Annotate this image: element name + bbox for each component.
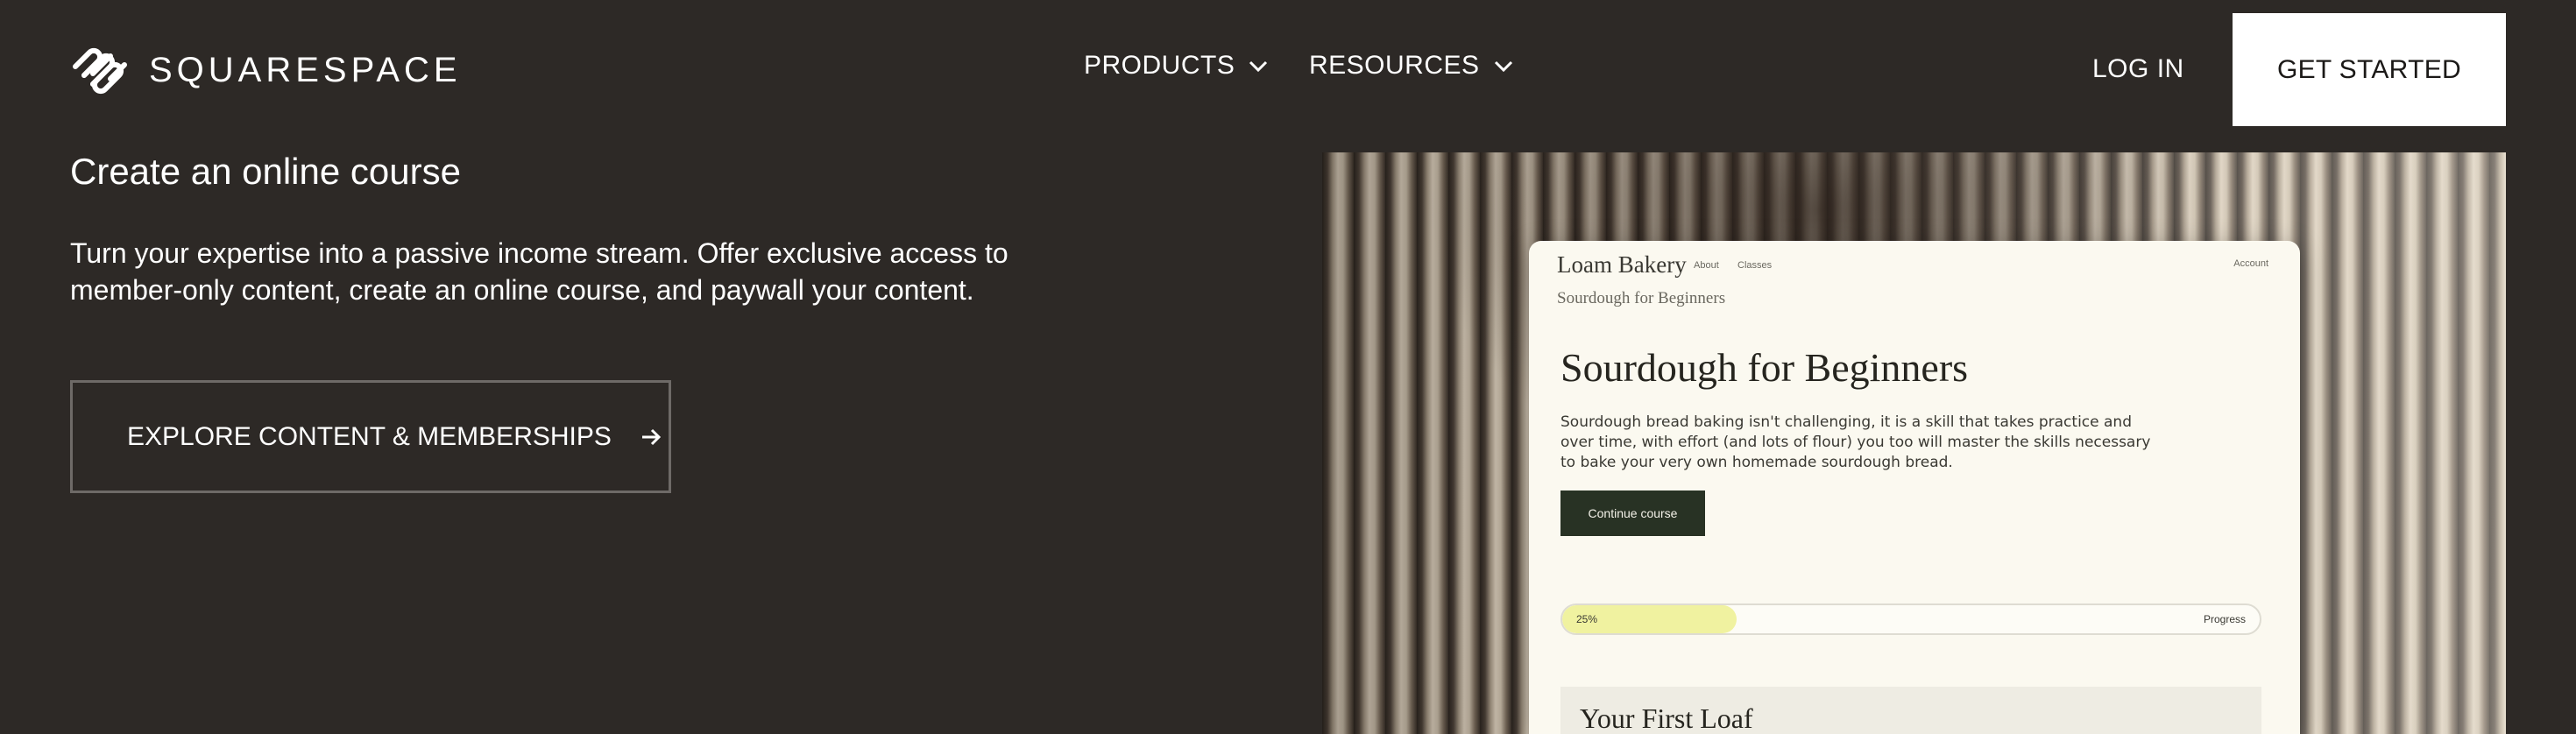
mock-course-title: Sourdough for Beginners (1560, 345, 1969, 390)
explore-memberships-button[interactable]: EXPLORE CONTENT & MEMBERSHIPS (70, 380, 671, 493)
mock-nav-about: About (1694, 260, 1719, 271)
mock-breadcrumb: Sourdough for Beginners (1557, 289, 1726, 307)
mock-account-link: Account (2233, 258, 2268, 269)
course-preview-image: Loam Bakery About Classes Account Sourdo… (1322, 152, 2506, 734)
chevron-down-icon (1494, 60, 1512, 73)
mock-nav-classes: Classes (1737, 260, 1773, 271)
nav-resources[interactable]: RESOURCES (1309, 51, 1515, 81)
mock-continue-course-button: Continue course (1560, 491, 1705, 536)
chevron-down-icon (1249, 60, 1268, 73)
squarespace-logo-icon (73, 47, 127, 95)
site-header: SQUARESPACE PRODUCTS RESOURCES LOG IN GE… (0, 0, 2576, 140)
explore-button-label: EXPLORE CONTENT & MEMBERSHIPS (127, 421, 612, 451)
mock-progress-bar: 25% Progress (1560, 603, 2261, 635)
section-description: Turn your expertise into a passive incom… (70, 237, 1008, 306)
nav-products[interactable]: PRODUCTS (1084, 51, 1270, 81)
arrow-right-icon (641, 428, 662, 445)
squarespace-logo[interactable]: SQUARESPACE (70, 44, 462, 96)
nav-products-label: PRODUCTS (1084, 51, 1235, 80)
mock-progress-percent: 25% (1576, 613, 1598, 625)
mock-course-description: Sourdough bread baking isn't challenging… (1560, 413, 2151, 471)
nav-resources-label: RESOURCES (1309, 51, 1480, 80)
login-link[interactable]: LOG IN (2092, 54, 2184, 84)
mock-lesson-title: Your First Loaf (1580, 702, 1753, 734)
mock-course-page: Loam Bakery About Classes Account Sourdo… (1529, 241, 2300, 734)
get-started-button[interactable]: GET STARTED (2233, 13, 2506, 126)
mock-site-brand: Loam Bakery (1557, 251, 1687, 278)
brand-wordmark: SQUARESPACE (149, 50, 462, 89)
mock-lesson-card: Your First Loaf (1560, 687, 2261, 734)
section-heading: Create an online course (70, 151, 461, 192)
mock-progress-label: Progress (2203, 613, 2246, 625)
